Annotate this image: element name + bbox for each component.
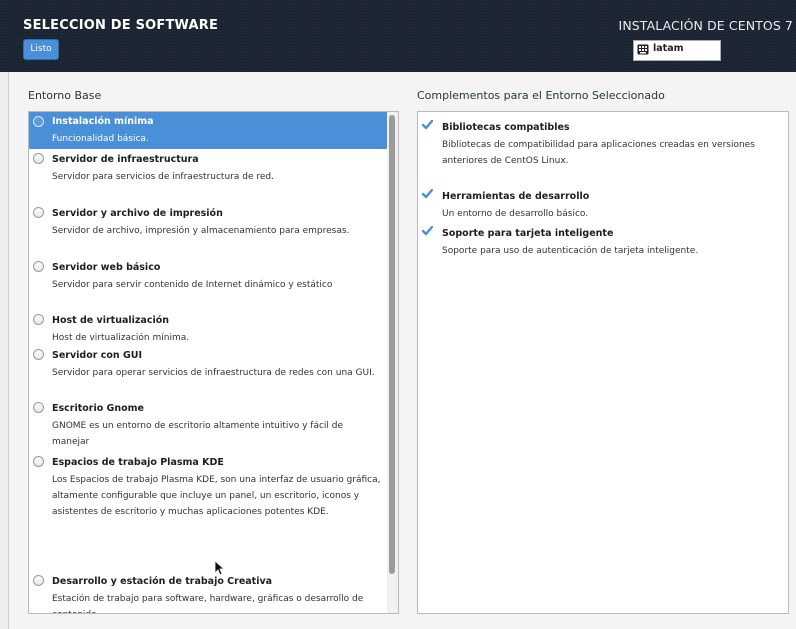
env-item-instalacion-minima[interactable]: Instalación mínima Funcionalidad básica. <box>29 112 387 149</box>
radio-button[interactable] <box>33 207 44 218</box>
radio-button[interactable] <box>33 456 44 467</box>
env-item-title: Host de virtualización <box>52 315 170 326</box>
keyboard-icon <box>637 44 649 55</box>
addon-herramientas-desarrollo[interactable]: Herramientas de desarrollo Un entorno de… <box>418 185 786 221</box>
scrollbar-thumb[interactable] <box>389 115 395 574</box>
env-item-desarrollo-estacion-creativa[interactable]: Desarrollo y estación de trabajo Creativ… <box>29 572 387 613</box>
addon-description: Un entorno de desarrollo básico. <box>442 209 589 219</box>
addon-bibliotecas-compatibles[interactable]: Bibliotecas compatibles Bibliotecas de c… <box>418 116 786 168</box>
header-bar: SELECCION DE SOFTWARE Listo INSTALACIÓN … <box>0 0 796 72</box>
env-item-description: Servidor para servir contenido de Intern… <box>52 280 333 290</box>
addon-title: Soporte para tarjeta inteligente <box>442 228 614 239</box>
env-item-description: Servidor de archivo, impresión y almacen… <box>52 226 350 236</box>
env-item-title: Servidor de infraestructura <box>52 154 199 165</box>
env-item-description: GNOME es un entorno de escritorio altame… <box>52 421 344 447</box>
mouse-cursor-icon <box>214 560 224 576</box>
scrollbar[interactable] <box>387 112 398 613</box>
env-item-plasma-kde[interactable]: Espacios de trabajo Plasma KDE Los Espac… <box>29 453 387 573</box>
page-title: SELECCION DE SOFTWARE <box>23 18 219 33</box>
keyboard-layout-indicator[interactable]: latam <box>633 40 721 61</box>
radio-button[interactable] <box>33 261 44 272</box>
env-item-servidor-archivo-impresion[interactable]: Servidor y archivo de impresión Servidor… <box>29 204 387 256</box>
env-item-escritorio-gnome[interactable]: Escritorio Gnome GNOME es un entorno de … <box>29 399 387 451</box>
radio-button[interactable] <box>33 575 44 586</box>
env-item-servidor-web-basico[interactable]: Servidor web básico Servidor para servir… <box>29 258 387 310</box>
radio-button[interactable] <box>33 153 44 164</box>
env-item-title: Servidor web básico <box>52 262 161 273</box>
addon-description: Bibliotecas de compatibilidad para aplic… <box>442 140 755 166</box>
base-environment-list: Instalación mínima Funcionalidad básica.… <box>28 111 399 614</box>
base-environment-heading: Entorno Base <box>28 89 102 102</box>
checkbox-checked-icon[interactable] <box>422 120 433 130</box>
env-item-title: Espacios de trabajo Plasma KDE <box>52 457 224 468</box>
checkbox-checked-icon[interactable] <box>422 226 433 236</box>
env-item-title: Servidor con GUI <box>52 350 143 361</box>
env-item-description: Los Espacios de trabajo Plasma KDE, son … <box>52 475 381 517</box>
addon-title: Bibliotecas compatibles <box>442 122 570 133</box>
addons-heading: Complementos para el Entorno Seleccionad… <box>417 89 665 102</box>
env-item-servidor-gui[interactable]: Servidor con GUI Servidor para operar se… <box>29 346 387 398</box>
env-item-description: Host de virtualización mínima. <box>52 333 190 343</box>
checkbox-checked-icon[interactable] <box>422 189 433 199</box>
radio-button[interactable] <box>33 349 44 360</box>
env-item-title: Desarrollo y estación de trabajo Creativ… <box>52 576 273 587</box>
env-item-description: Servidor para servicios de infraestructu… <box>52 172 274 182</box>
env-item-title: Instalación mínima <box>52 116 154 127</box>
addon-description: Soporte para uso de autenticación de tar… <box>442 246 699 256</box>
done-button[interactable]: Listo <box>23 39 59 60</box>
addon-soporte-tarjeta-inteligente[interactable]: Soporte para tarjeta inteligente Soporte… <box>418 222 786 258</box>
env-item-servidor-infraestructura[interactable]: Servidor de infraestructura Servidor par… <box>29 150 387 202</box>
env-item-description: Servidor para operar servicios de infrae… <box>52 368 375 378</box>
radio-button[interactable] <box>33 402 44 413</box>
env-item-description: Estación de trabajo para software, hardw… <box>52 594 364 613</box>
radio-button[interactable] <box>33 314 44 325</box>
radio-button[interactable] <box>33 116 44 127</box>
addon-title: Herramientas de desarrollo <box>442 191 590 202</box>
keyboard-layout-label: latam <box>653 43 684 54</box>
env-item-host-virtualizacion[interactable]: Host de virtualización Host de virtualiz… <box>29 311 387 345</box>
install-title: INSTALACIÓN DE CENTOS 7 <box>618 18 793 33</box>
addons-list: Bibliotecas compatibles Bibliotecas de c… <box>417 111 789 614</box>
env-item-title: Servidor y archivo de impresión <box>52 208 223 219</box>
env-item-description: Funcionalidad básica. <box>52 134 149 144</box>
env-item-title: Escritorio Gnome <box>52 403 144 414</box>
